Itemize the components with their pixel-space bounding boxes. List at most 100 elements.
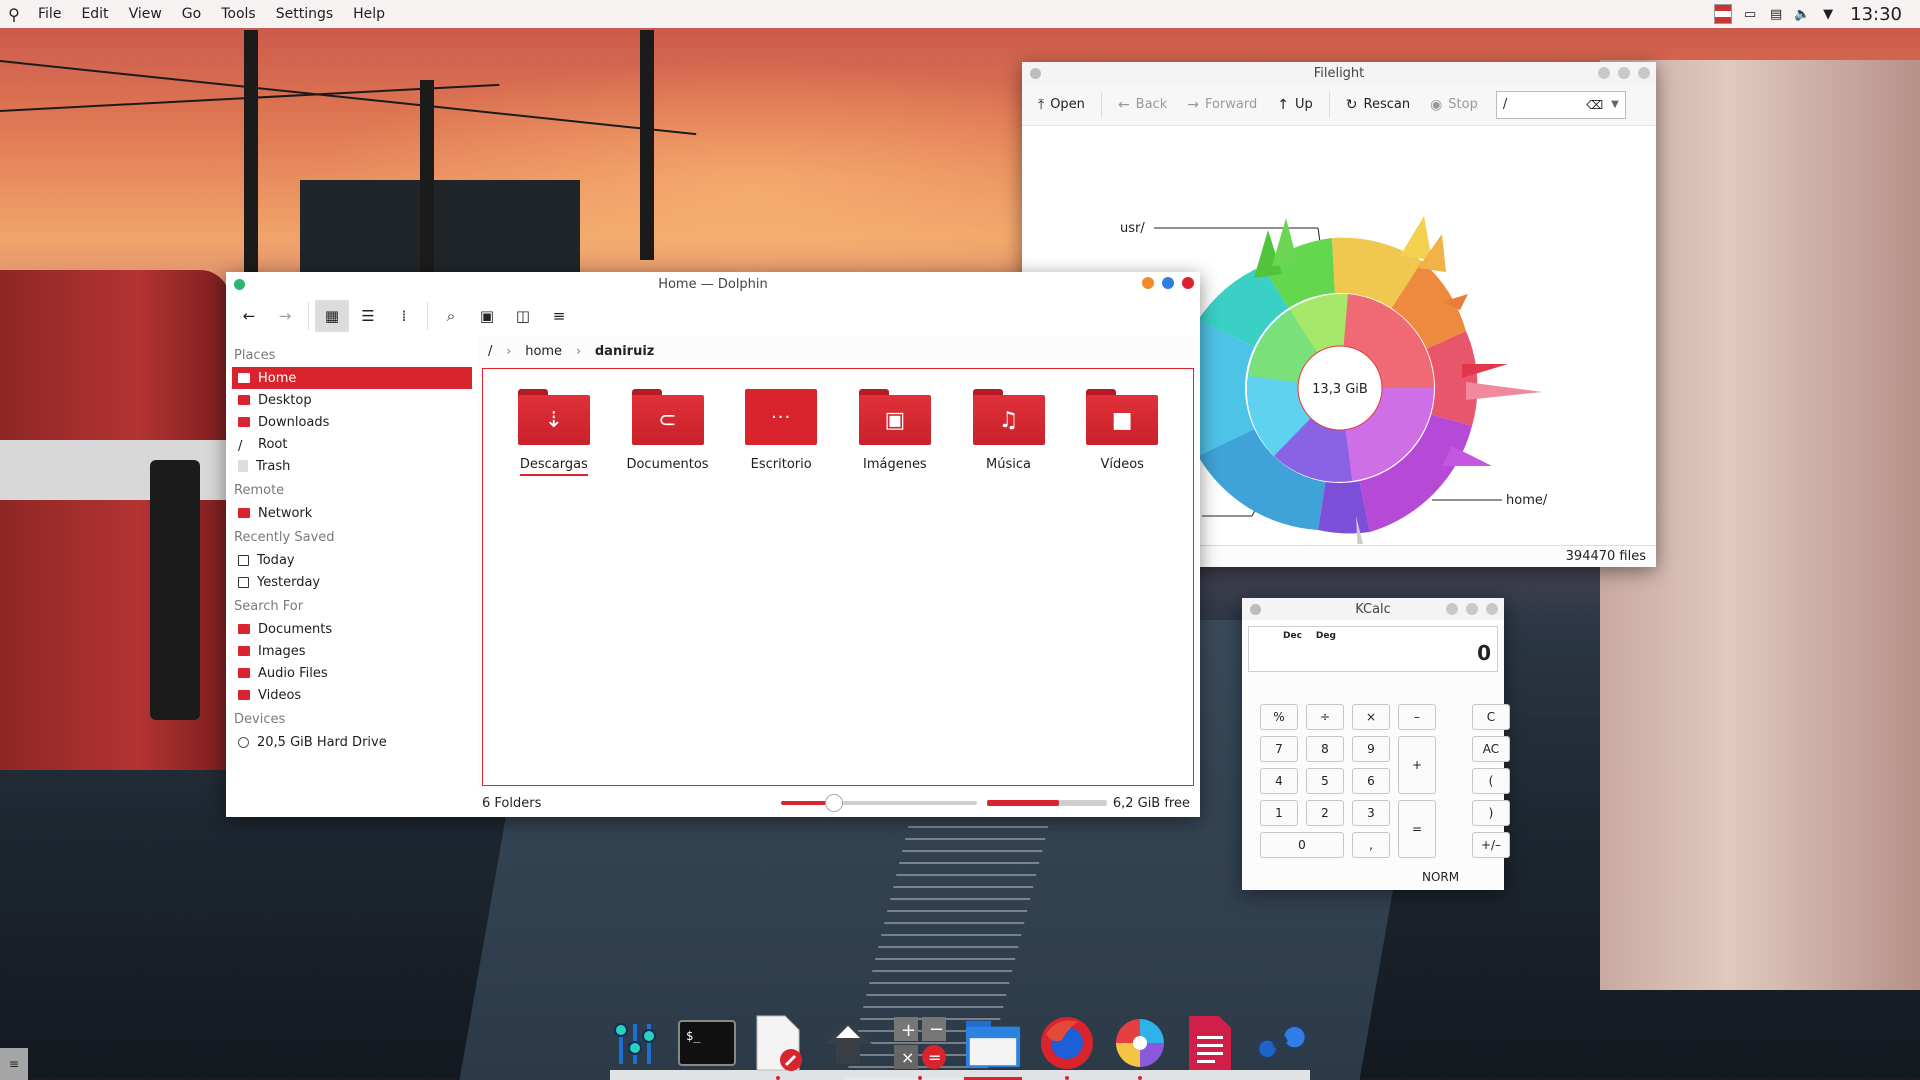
dolphin-titlebar[interactable]: Home — Dolphin [226,272,1200,296]
minimize-button[interactable] [1598,67,1610,79]
rescan-button[interactable]: ↻ Rescan [1338,93,1418,117]
keyboard-layout-flag-icon[interactable] [1714,4,1733,24]
close-button[interactable] [1486,603,1498,615]
digit-6-button[interactable]: 6 [1352,768,1390,794]
path-combobox[interactable]: / ⌫ ▼ [1495,90,1626,119]
digit-0-button[interactable]: 0 [1260,832,1344,858]
minimize-button[interactable] [1446,603,1458,615]
equals-button[interactable]: = [1398,800,1436,858]
folder-descargas[interactable]: ⇣ Descargas [497,389,611,476]
forward-button[interactable]: → Forward [1179,93,1265,117]
menu-settings[interactable]: Settings [266,6,343,22]
file-manager-icon[interactable] [964,1014,1022,1080]
maximize-button[interactable] [1162,277,1174,289]
digit-1-button[interactable]: 1 [1260,800,1298,826]
stop-button[interactable]: ◉ Stop [1422,93,1486,117]
sidebar-item-hard-drive[interactable]: 20,5 GiB Hard Drive [232,731,472,753]
digit-5-button[interactable]: 5 [1306,768,1344,794]
digit-9-button[interactable]: 9 [1352,736,1390,762]
search-icon[interactable]: ⌕ [434,300,468,332]
display-icon[interactable]: ▭ [1742,6,1758,22]
breadcrumb-home[interactable]: home [525,344,562,359]
split-view-icon[interactable]: ◫ [506,300,540,332]
sidebar-item-yesterday[interactable]: Yesterday [232,571,472,593]
open-paren-button[interactable]: ( [1472,768,1510,794]
sidebar-item-audio[interactable]: Audio Files [232,662,472,684]
file-view[interactable]: ⇣ Descargas ⊂ Documentos ··· Escritorio … [482,368,1194,786]
maximize-button[interactable] [1618,67,1630,79]
show-desktop-button[interactable]: ≡ [0,1048,28,1080]
preview-icon[interactable]: ▣ [470,300,504,332]
chevron-down-icon[interactable]: ▼ [1611,99,1619,110]
sidebar-item-images[interactable]: Images [232,640,472,662]
window-menu-icon[interactable] [1030,68,1041,79]
text-editor-icon[interactable] [752,1014,804,1080]
menu-edit[interactable]: Edit [71,6,118,22]
steam-icon[interactable] [1252,1014,1310,1072]
volume-icon[interactable]: 🔈 [1794,6,1810,22]
clipboard-icon[interactable]: ▤ [1768,6,1784,22]
maximize-button[interactable] [1466,603,1478,615]
terminal-icon[interactable]: $_ [678,1014,736,1072]
details-view-button[interactable]: ☰ [351,300,385,332]
mixer-settings-icon[interactable] [610,1014,662,1072]
minus-button[interactable]: – [1398,704,1436,730]
menu-view[interactable]: View [119,6,172,22]
document-viewer-icon[interactable] [1184,1014,1236,1072]
sidebar-item-documents[interactable]: Documents [232,618,472,640]
menu-help[interactable]: Help [343,6,395,22]
sign-toggle-button[interactable]: +/– [1472,832,1510,858]
sunburst-chart[interactable]: 13,3 GiB [1182,216,1542,544]
sidebar-item-downloads[interactable]: Downloads [232,411,472,433]
hamburger-menu-icon[interactable]: ≡ [542,300,576,332]
tray-expand-icon[interactable]: ▼ [1820,6,1836,22]
up-button[interactable]: ↑ Up [1269,93,1321,117]
digit-8-button[interactable]: 8 [1306,736,1344,762]
all-clear-button[interactable]: AC [1472,736,1510,762]
digit-2-button[interactable]: 2 [1306,800,1344,826]
kcalc-titlebar[interactable]: KCalc [1242,598,1504,620]
forward-button[interactable]: → [268,300,302,332]
menu-tools[interactable]: Tools [211,6,266,22]
compact-view-button[interactable]: ⁞ [387,300,421,332]
decimal-comma-button[interactable]: , [1352,832,1390,858]
clock[interactable]: 13:30 [1850,4,1902,25]
icons-view-button[interactable]: ▦ [315,300,349,332]
folder-videos[interactable]: ■ Vídeos [1065,389,1179,476]
sidebar-item-root[interactable]: / Root [232,433,472,455]
migrate-app-icon[interactable] [820,1014,876,1072]
filelight-titlebar[interactable]: Filelight [1022,62,1656,84]
filelight-icon[interactable] [1112,1014,1168,1080]
clear-button[interactable]: C [1472,704,1510,730]
digit-3-button[interactable]: 3 [1352,800,1390,826]
sidebar-item-home[interactable]: Home [232,367,472,389]
menu-file[interactable]: File [28,6,71,22]
menu-go[interactable]: Go [172,6,211,22]
open-button[interactable]: ⤒ Open [1030,93,1093,117]
sidebar-item-today[interactable]: Today [232,549,472,571]
folder-documentos[interactable]: ⊂ Documentos [611,389,725,476]
zoom-slider[interactable] [780,794,977,812]
folder-escritorio[interactable]: ··· Escritorio [724,389,838,476]
sidebar-item-videos[interactable]: Videos [232,684,472,706]
digit-7-button[interactable]: 7 [1260,736,1298,762]
back-button[interactable]: ← Back [1110,93,1175,117]
sidebar-item-trash[interactable]: Trash [232,455,472,477]
minimize-button[interactable] [1142,277,1154,289]
clear-icon[interactable]: ⌫ [1586,98,1603,112]
percent-button[interactable]: % [1260,704,1298,730]
window-menu-icon[interactable] [1250,604,1261,615]
zoom-slider-handle[interactable] [824,794,843,812]
back-button[interactable]: ← [232,300,266,332]
digit-4-button[interactable]: 4 [1260,768,1298,794]
firefox-icon[interactable] [1038,1014,1096,1080]
calculator-icon[interactable]: + − × = [892,1014,948,1080]
multiply-button[interactable]: × [1352,704,1390,730]
sidebar-item-network[interactable]: Network [232,502,472,524]
close-button[interactable] [1182,277,1194,289]
plus-button[interactable]: + [1398,736,1436,794]
divide-button[interactable]: ÷ [1306,704,1344,730]
close-paren-button[interactable]: ) [1472,800,1510,826]
window-menu-icon[interactable] [234,279,245,290]
breadcrumb-root[interactable]: / [488,344,492,359]
